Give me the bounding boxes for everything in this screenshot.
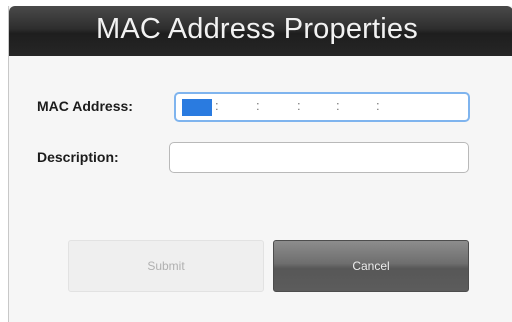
cancel-button[interactable]: Cancel bbox=[273, 240, 469, 292]
mac-address-label: MAC Address: bbox=[37, 98, 133, 114]
mac-separator: : bbox=[376, 98, 380, 113]
dialog-title-bar: MAC Address Properties bbox=[9, 6, 512, 56]
mac-address-dialog: MAC Address Properties MAC Address: : : … bbox=[8, 6, 512, 322]
mac-separator: : bbox=[256, 98, 260, 113]
mac-address-input[interactable]: : : : : : bbox=[174, 92, 470, 122]
description-input[interactable] bbox=[169, 142, 469, 173]
mac-octet-selection bbox=[182, 99, 212, 116]
mac-separator: : bbox=[336, 98, 340, 113]
dialog-title: MAC Address Properties bbox=[96, 13, 418, 45]
mac-separator: : bbox=[297, 98, 301, 113]
mac-separator: : bbox=[215, 98, 219, 113]
description-label: Description: bbox=[37, 149, 119, 165]
submit-button[interactable]: Submit bbox=[68, 240, 264, 292]
